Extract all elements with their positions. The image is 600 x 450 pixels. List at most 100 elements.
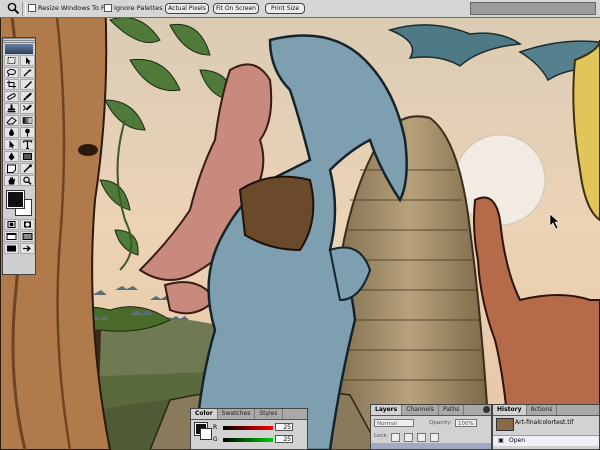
tab-history[interactable]: History	[493, 405, 527, 415]
lock-all-checkbox[interactable]	[430, 433, 439, 442]
imageready-icon	[23, 245, 31, 252]
quick-mask-icon	[24, 221, 31, 228]
print-size-button[interactable]: Print Size	[265, 3, 305, 14]
history-item[interactable]: ▣ Open	[493, 435, 599, 446]
type-icon	[22, 140, 33, 149]
pen-tool[interactable]	[4, 151, 19, 162]
options-bar: Resize Windows To Fit Ignore Palettes Ac…	[0, 0, 600, 18]
eraser-icon	[6, 116, 17, 125]
lasso-tool[interactable]	[4, 67, 19, 78]
zoom-tool[interactable]	[20, 175, 35, 186]
toolbox-title-bar[interactable]	[3, 38, 35, 43]
shape-tool[interactable]	[20, 151, 35, 162]
slice-icon	[24, 81, 32, 88]
hand-tool[interactable]	[4, 175, 19, 186]
color-background-swatch[interactable]	[200, 428, 212, 440]
crop-tool[interactable]	[4, 79, 19, 90]
rectangle-icon	[23, 153, 32, 160]
tab-channels[interactable]: Channels	[402, 405, 439, 415]
pen-icon	[8, 152, 15, 161]
tab-color[interactable]: Color	[191, 409, 218, 419]
layers-palette-tabs: Layers Channels Paths	[371, 405, 491, 416]
slice-tool[interactable]	[20, 79, 35, 90]
history-palette: History Actions Art-finalcolortest.tif ▣…	[492, 404, 600, 450]
history-palette-tabs: History Actions	[493, 405, 599, 416]
blend-mode-select[interactable]: Normal	[374, 419, 414, 427]
stamp-icon	[7, 104, 16, 113]
foreground-color-swatch[interactable]	[6, 190, 25, 209]
history-brush-tool[interactable]	[20, 103, 35, 114]
move-icon	[26, 57, 31, 65]
color-palette: Color Swatches Styles R 25 G 25	[190, 408, 308, 450]
mode-grid	[3, 219, 35, 254]
tab-actions[interactable]: Actions	[527, 405, 558, 415]
channel-g-value[interactable]: 25	[275, 435, 293, 443]
notes-tool[interactable]	[4, 163, 19, 174]
resize-windows-checkbox[interactable]	[28, 4, 36, 12]
tab-paths[interactable]: Paths	[439, 405, 465, 415]
history-state-icon: ▣	[498, 437, 504, 444]
palette-well[interactable]	[470, 2, 596, 15]
eyedropper-icon	[23, 164, 32, 173]
eraser-tool[interactable]	[4, 115, 19, 126]
options-bar-grip[interactable]	[22, 2, 26, 16]
zoom-tool-icon[interactable]	[6, 2, 20, 15]
gradient-tool[interactable]	[20, 115, 35, 126]
lock-label: Lock:	[374, 433, 389, 439]
standard-mode-button[interactable]	[4, 219, 19, 230]
dodge-icon	[25, 128, 30, 137]
opacity-label: Opacity:	[429, 420, 452, 426]
channel-r-slider[interactable]	[223, 426, 273, 430]
tab-layers[interactable]: Layers	[371, 405, 403, 415]
ignore-palettes-label: Ignore Palettes	[114, 4, 163, 12]
opacity-field[interactable]: 100%	[455, 419, 477, 427]
full-screen-button[interactable]	[4, 243, 19, 254]
gradient-icon	[22, 117, 33, 124]
history-document-name[interactable]: Art-finalcolortest.tif	[515, 418, 599, 428]
canvas-artwork[interactable]	[0, 0, 600, 450]
lock-transparency-checkbox[interactable]	[391, 433, 400, 442]
standard-screen-button[interactable]	[4, 231, 19, 242]
history-item-label: Open	[509, 437, 526, 444]
note-icon	[7, 164, 16, 173]
tab-styles[interactable]: Styles	[255, 409, 283, 419]
photoshop-logo[interactable]	[5, 44, 33, 54]
ignore-palettes-checkbox[interactable]	[104, 4, 112, 12]
standard-mode-icon	[7, 221, 16, 228]
marquee-tool[interactable]	[4, 55, 19, 66]
layers-palette: Layers Channels Paths Normal Opacity: 10…	[370, 404, 492, 450]
full-screen-icon	[22, 233, 33, 240]
window-icon	[6, 233, 17, 240]
move-tool[interactable]	[20, 55, 35, 66]
layers-menu-icon[interactable]	[483, 406, 490, 413]
lock-position-checkbox[interactable]	[417, 433, 426, 442]
type-tool[interactable]	[20, 139, 35, 150]
crop-icon	[7, 80, 16, 89]
channel-g-slider[interactable]	[223, 438, 273, 442]
magic-wand-tool[interactable]	[20, 67, 35, 78]
fit-on-screen-button[interactable]: Fit On Screen	[213, 3, 259, 14]
eyedropper-tool[interactable]	[20, 163, 35, 174]
actual-pixels-button[interactable]: Actual Pixels	[165, 3, 209, 14]
jump-to-imageready-button[interactable]	[20, 243, 35, 254]
resize-windows-label: Resize Windows To Fit	[38, 4, 109, 12]
bandage-icon	[7, 93, 16, 100]
blur-tool[interactable]	[4, 127, 19, 138]
healing-brush-tool[interactable]	[4, 91, 19, 102]
full-screen-black-icon	[7, 245, 16, 252]
clone-stamp-tool[interactable]	[4, 103, 19, 114]
path-selection-tool[interactable]	[4, 139, 19, 150]
dodge-tool[interactable]	[20, 127, 35, 138]
marquee-icon	[7, 57, 16, 64]
toolbox	[2, 37, 36, 275]
layer-row[interactable]	[371, 443, 491, 449]
channel-r-value[interactable]: 25	[275, 423, 293, 431]
quick-mask-button[interactable]	[20, 219, 35, 230]
lock-image-checkbox[interactable]	[404, 433, 413, 442]
brush-tool[interactable]	[20, 91, 35, 102]
magic-wand-icon	[23, 68, 32, 77]
snapshot-thumbnail[interactable]	[496, 418, 514, 431]
full-screen-menu-button[interactable]	[20, 231, 35, 242]
lasso-icon	[7, 69, 16, 77]
tab-swatches[interactable]: Swatches	[218, 409, 256, 419]
